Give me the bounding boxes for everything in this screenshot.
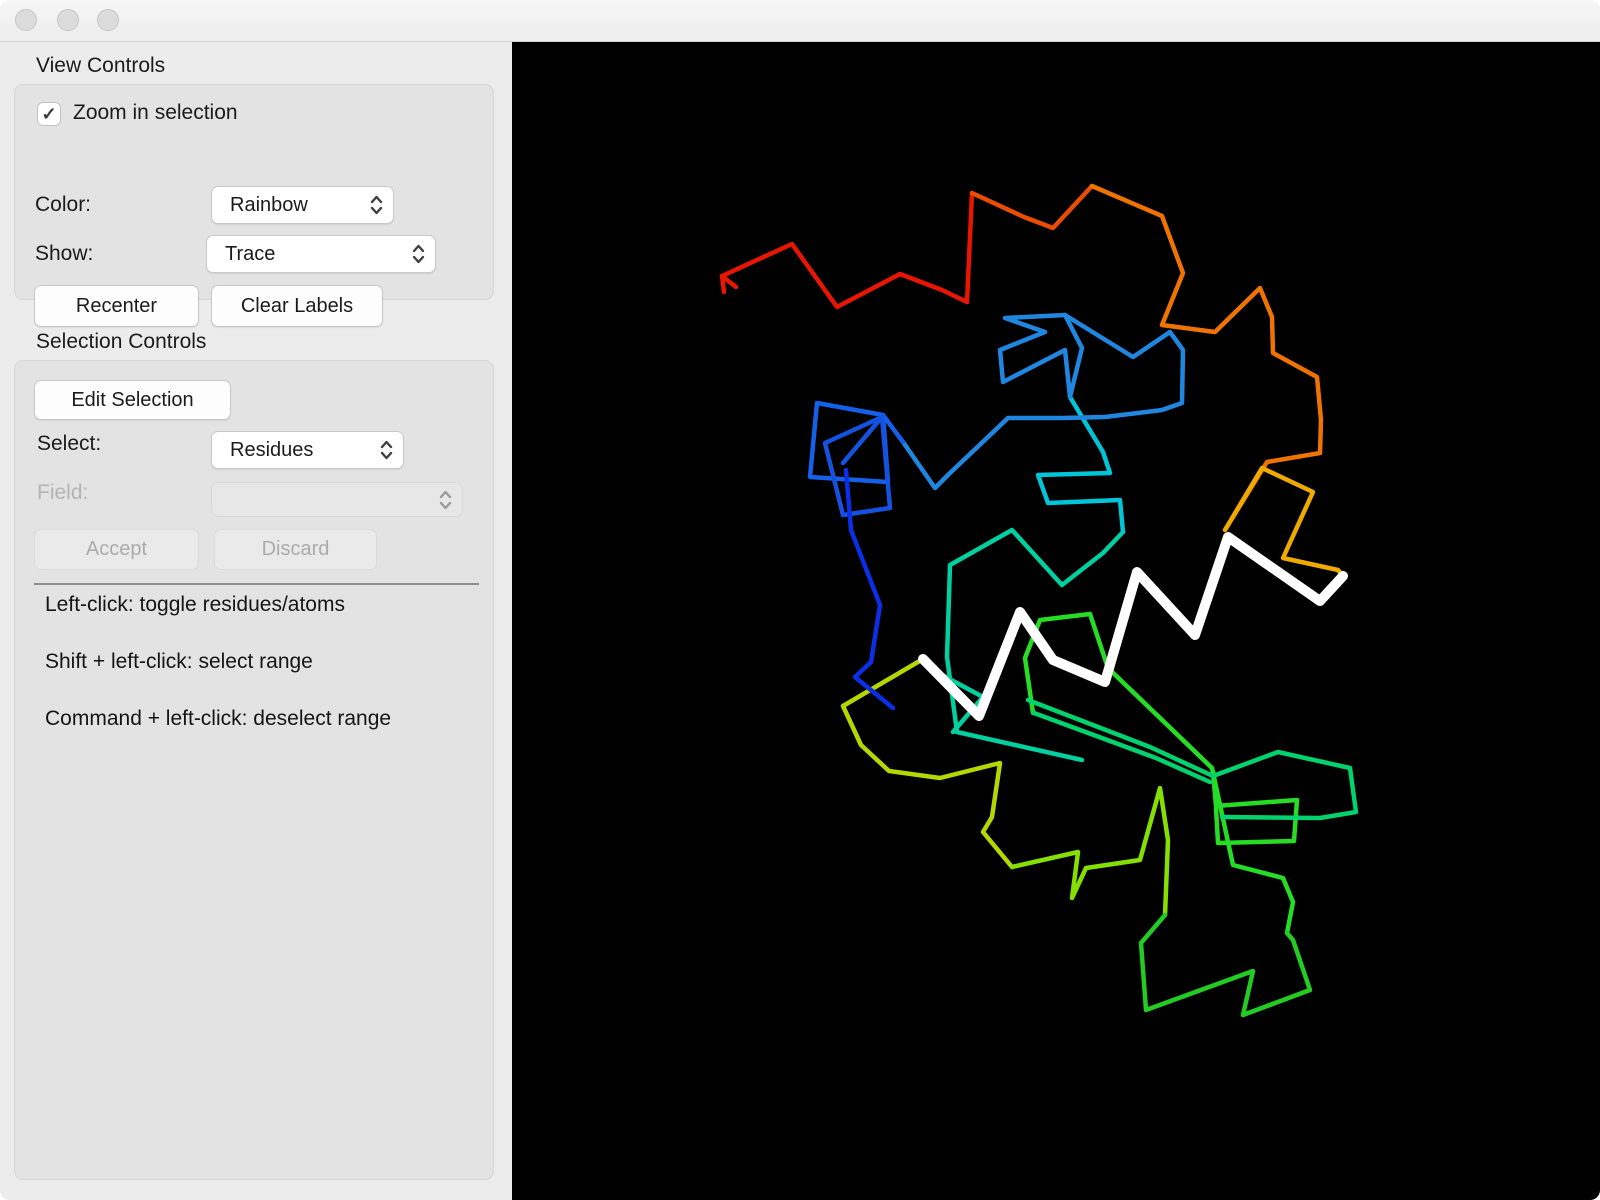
strand-red-barb xyxy=(719,273,739,295)
checkmark-icon: ✓ xyxy=(41,103,57,124)
help-line-2: Shift + left-click: select range xyxy=(45,650,313,673)
chevron-up-down-icon xyxy=(369,193,384,217)
show-dropdown[interactable]: Trace xyxy=(206,235,436,273)
select-dropdown-value: Residues xyxy=(230,438,314,461)
strand-blue-square-b xyxy=(822,414,893,518)
recenter-button[interactable]: Recenter xyxy=(34,285,199,327)
strand-red-segment xyxy=(719,190,975,310)
clear-labels-button[interactable]: Clear Labels xyxy=(211,285,383,327)
controls-sidebar: View Controls ✓ Zoom in selection Color:… xyxy=(0,42,512,1200)
color-dropdown[interactable]: Rainbow xyxy=(211,186,394,224)
strand-lime-segment xyxy=(1009,785,1171,918)
color-dropdown-value: Rainbow xyxy=(230,193,308,216)
view-controls-group: ✓ Zoom in selection Color: Rainbow Show:… xyxy=(14,84,494,327)
strand-green-bottom-loop xyxy=(1138,912,1313,1018)
strand-skyblue-band xyxy=(900,312,1186,491)
chevron-up-down-icon xyxy=(438,488,453,512)
view-controls-heading: View Controls xyxy=(36,54,166,77)
zoom-in-selection-checkbox[interactable]: ✓ xyxy=(37,102,61,126)
accept-button: Accept xyxy=(34,529,199,570)
close-button-icon[interactable] xyxy=(15,9,37,31)
strand-spring-twin xyxy=(1031,710,1213,785)
strand-gold-knot xyxy=(1222,465,1346,579)
minimize-button-icon[interactable] xyxy=(57,9,79,31)
field-label: Field: xyxy=(37,481,89,504)
edit-selection-button[interactable]: Edit Selection xyxy=(34,380,231,420)
molecule-viewport[interactable] xyxy=(512,42,1600,1200)
field-dropdown xyxy=(211,482,463,517)
strand-red-orange-segment xyxy=(969,183,1095,231)
discard-button: Discard xyxy=(214,529,377,570)
help-line-3: Command + left-click: deselect range xyxy=(45,707,392,730)
selection-controls-group: Edit Selection Select: Residues Field: A… xyxy=(14,360,494,1180)
help-line-1: Left-click: toggle residues/atoms xyxy=(45,593,345,616)
show-dropdown-value: Trace xyxy=(225,242,276,265)
divider xyxy=(34,583,479,585)
zoom-button-icon[interactable] xyxy=(97,9,119,31)
strand-blue-tail xyxy=(843,467,896,711)
chevron-up-down-icon xyxy=(411,242,426,266)
show-label: Show: xyxy=(35,242,94,265)
molecule-trace xyxy=(719,183,1359,1018)
zoom-in-selection-label: Zoom in selection xyxy=(73,101,238,124)
chevron-up-down-icon xyxy=(379,438,394,462)
color-label: Color: xyxy=(35,193,92,216)
select-label: Select: xyxy=(37,432,102,455)
titlebar xyxy=(0,0,1600,42)
select-dropdown[interactable]: Residues xyxy=(211,431,404,469)
selection-controls-heading: Selection Controls xyxy=(36,330,207,353)
strand-skyblue-cluster xyxy=(997,312,1085,400)
app-window: View Controls ✓ Zoom in selection Color:… xyxy=(0,0,1600,1200)
